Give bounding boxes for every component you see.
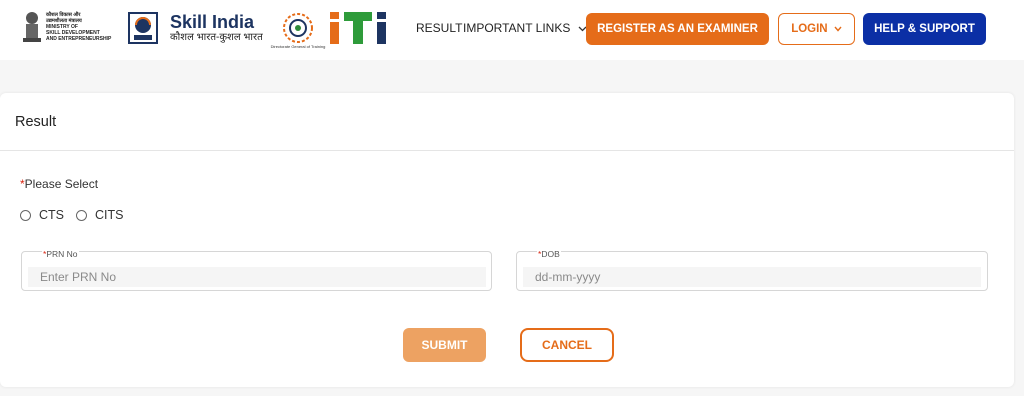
ministry-line: AND ENTREPRENEURSHIP (46, 36, 112, 42)
chevron-down-icon (834, 23, 842, 35)
top-header: कौशल विकास और उद्यमशीलता मंत्रालय MINIST… (0, 0, 1024, 60)
ministry-logo-text: कौशल विकास और उद्यमशीलता मंत्रालय MINIST… (46, 12, 124, 42)
dob-field-label: *DOB (537, 249, 561, 259)
skill-india-subtitle: कौशल भारत-कुशल भारत (170, 32, 263, 43)
please-select-label: *Please Select (20, 177, 98, 191)
dob-input[interactable] (523, 267, 981, 287)
radio-circle[interactable] (76, 209, 87, 221)
dgt-caption: Directorate General of Training (270, 44, 326, 49)
skill-india-icon (128, 12, 158, 44)
nav-result[interactable]: RESULT (416, 21, 462, 35)
skill-india-logo: Skill India कौशल भारत-कुशल भारत (170, 12, 263, 44)
login-button[interactable]: LOGIN (778, 13, 855, 45)
nav-important-links-label: IMPORTANT LINKS (463, 21, 571, 35)
register-examiner-button[interactable]: REGISTER AS AN EXAMINER (586, 13, 769, 45)
national-emblem-logo (20, 10, 44, 46)
prn-label-text: PRN No (46, 249, 78, 259)
iti-logo (328, 10, 406, 46)
radio-circle[interactable] (20, 209, 31, 221)
card-divider (0, 150, 1014, 151)
result-card: Result *Please Select CTS CITS *PRN No *… (0, 93, 1014, 387)
skill-india-title: Skill India (170, 12, 255, 32)
radio-cts-label: CTS (39, 208, 64, 222)
dob-field: *DOB (516, 249, 988, 291)
help-support-button[interactable]: HELP & SUPPORT (863, 13, 986, 45)
radio-cits-label: CITS (95, 208, 124, 222)
cancel-button[interactable]: CANCEL (520, 328, 614, 362)
card-title: Result (15, 114, 57, 130)
prn-input[interactable] (28, 267, 486, 287)
nav-important-links[interactable]: IMPORTANT LINKS (463, 21, 587, 35)
submit-button[interactable]: SUBMIT (403, 328, 486, 362)
login-button-label: LOGIN (791, 23, 828, 35)
prn-field: *PRN No (21, 249, 492, 291)
please-select-text: Please Select (24, 177, 99, 191)
radio-cts[interactable]: CTS (20, 208, 64, 222)
radio-cits[interactable]: CITS (76, 208, 123, 222)
dob-label-text: DOB (541, 249, 560, 259)
prn-field-label: *PRN No (42, 249, 79, 259)
